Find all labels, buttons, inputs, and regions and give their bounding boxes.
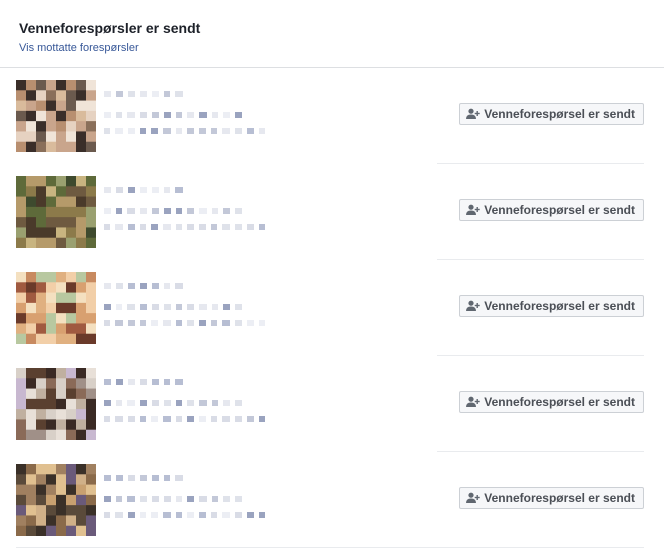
add-friend-icon (466, 492, 480, 503)
blurred-text (104, 320, 270, 326)
button-label: Venneforespørsel er sendt (484, 107, 635, 121)
blurred-text (104, 512, 270, 518)
blurred-text (104, 379, 188, 385)
add-friend-icon (466, 300, 480, 311)
blurred-text (104, 128, 270, 134)
add-friend-icon (466, 204, 480, 215)
page-title: Venneforespørsler er sendt (19, 20, 201, 36)
button-label: Venneforespørsel er sendt (484, 299, 635, 313)
blurred-text (104, 400, 247, 406)
blurred-text (104, 187, 188, 193)
profile-avatar[interactable] (16, 80, 96, 152)
blurred-text (104, 91, 188, 97)
button-label: Venneforespørsel er sendt (484, 395, 635, 409)
blurred-text (104, 283, 188, 289)
friend-request-sent-button[interactable]: Venneforespørsel er sendt (459, 295, 644, 317)
add-friend-icon (466, 108, 480, 119)
list-bottom-divider (16, 547, 644, 548)
friend-request-sent-button[interactable]: Venneforespørsel er sendt (459, 487, 644, 509)
blurred-text (104, 112, 247, 118)
view-received-requests-link[interactable]: Vis mottatte forespørsler (19, 42, 139, 54)
friend-request-sent-button[interactable]: Venneforespørsel er sendt (459, 391, 644, 413)
request-row: Venneforespørsel er sendt (0, 260, 664, 356)
profile-avatar[interactable] (16, 368, 96, 440)
request-row: Venneforespørsel er sendt (0, 68, 664, 164)
blurred-text (104, 475, 188, 481)
button-label: Venneforespørsel er sendt (484, 491, 635, 505)
profile-avatar[interactable] (16, 464, 96, 536)
add-friend-icon (466, 396, 480, 407)
blurred-text (104, 224, 270, 230)
request-row: Venneforespørsel er sendt (0, 164, 664, 260)
blurred-text (104, 496, 247, 502)
profile-avatar[interactable] (16, 272, 96, 344)
request-row: Venneforespørsel er sendt (0, 356, 664, 452)
blurred-text (104, 304, 247, 310)
friend-request-sent-button[interactable]: Venneforespørsel er sendt (459, 199, 644, 221)
blurred-text (104, 416, 270, 422)
request-row: Venneforespørsel er sendt (0, 452, 664, 548)
blurred-text (104, 208, 247, 214)
profile-avatar[interactable] (16, 176, 96, 248)
page-header: Venneforespørsler er sendt Vis mottatte … (0, 0, 664, 68)
friend-request-sent-button[interactable]: Venneforespørsel er sendt (459, 103, 644, 125)
button-label: Venneforespørsel er sendt (484, 203, 635, 217)
